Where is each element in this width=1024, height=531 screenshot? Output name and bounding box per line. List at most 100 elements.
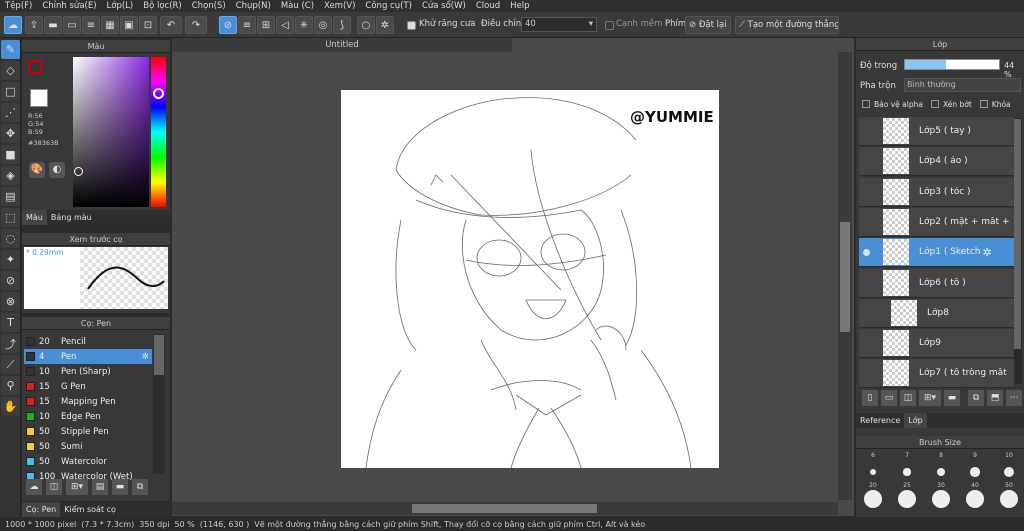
hand-tool-icon[interactable]: ✋ — [1, 397, 20, 416]
add-layer-menu-icon[interactable]: ⊞▾ — [919, 390, 941, 406]
window-icon[interactable]: ▣ — [120, 16, 138, 34]
canvas-hscroll[interactable] — [172, 502, 838, 515]
add-brush-icon[interactable]: ⊞▾ — [66, 479, 88, 495]
tab-reference[interactable]: Reference — [856, 413, 904, 428]
brush-item[interactable]: 4 Pen ✲ — [24, 349, 152, 364]
tab-brush-control[interactable]: Kiểm soát cọ — [60, 502, 120, 517]
merge-layer-icon[interactable]: ⬒ — [987, 390, 1003, 406]
tab-palette[interactable]: Bảng màu — [47, 210, 96, 225]
layer-row[interactable]: Lớp5 ( tay ) — [859, 117, 1014, 146]
opacity-slider[interactable] — [904, 59, 1000, 70]
list-icon[interactable]: ≡ — [82, 16, 100, 34]
select-lasso-icon[interactable]: ◌ — [1, 229, 20, 248]
clipping-checkbox[interactable] — [930, 100, 939, 108]
lock-checkbox[interactable] — [979, 100, 988, 108]
brush-item[interactable]: 15 G Pen — [24, 379, 172, 394]
layout-icon[interactable]: ▭ — [63, 16, 81, 34]
grid-icon[interactable]: ▦ — [101, 16, 119, 34]
antialias-checkbox[interactable] — [407, 21, 416, 30]
crop-icon[interactable]: ⊡ — [139, 16, 157, 34]
layer-row[interactable]: Lớp1 ( Sketch ✲ — [859, 238, 1014, 268]
brush-size-dot[interactable] — [898, 490, 916, 508]
rect-tool-icon[interactable]: ■ — [1, 145, 20, 164]
new-brush-icon[interactable]: ◫ — [46, 479, 62, 495]
gear-icon[interactable]: ✲ — [983, 246, 992, 259]
brush-tool-icon[interactable]: ✎ — [1, 40, 20, 59]
divide-tool-icon[interactable]: ⟋ — [1, 355, 20, 374]
folder-icon[interactable]: ▬ — [112, 479, 128, 495]
visibility-icon[interactable] — [863, 248, 870, 256]
select-pen-icon[interactable]: ⊘ — [1, 271, 20, 290]
text-tool-icon[interactable]: T — [1, 313, 20, 332]
shape-tool-icon[interactable]: □ — [1, 82, 20, 101]
sv-cursor[interactable] — [74, 167, 83, 176]
menu-item[interactable]: Xem(V) — [319, 1, 360, 11]
brush-item[interactable]: 15 Mapping Pen — [24, 394, 172, 409]
upload-icon[interactable]: ☁ — [26, 479, 42, 495]
gradient-tool-icon[interactable]: ▤ — [1, 187, 20, 206]
move-tool-icon[interactable]: ✥ — [1, 124, 20, 143]
drawing-paper[interactable]: @YUMMIE — [341, 90, 719, 468]
brush-size-dot[interactable] — [936, 467, 946, 477]
brush-item[interactable]: 10 Pen (Sharp) — [24, 364, 172, 379]
layer-type-icon[interactable]: ◫ — [900, 390, 916, 406]
brush-item[interactable]: 50 Watercolor — [24, 454, 172, 469]
hue-slider[interactable] — [151, 57, 166, 207]
layer-scroll-thumb[interactable] — [1014, 119, 1021, 349]
operation-tool-icon[interactable]: ⤴ — [1, 334, 20, 353]
reset-button[interactable]: ⊘ Đặt lại — [685, 16, 731, 34]
new-layer-icon[interactable]: ▯ — [862, 390, 878, 406]
layer-scrollbar[interactable] — [1013, 118, 1022, 384]
menu-item[interactable]: Cửa sổ(W) — [417, 1, 471, 11]
canvas-vscroll[interactable] — [838, 52, 852, 500]
brush-size-dot[interactable] — [970, 467, 980, 477]
brush-list-scroll-thumb[interactable] — [154, 335, 164, 375]
gear-icon[interactable]: ✲ — [142, 352, 149, 362]
layer-row[interactable]: Lớp8 — [859, 298, 1014, 328]
brush-size-dot[interactable] — [932, 490, 950, 508]
protect-alpha-checkbox[interactable] — [862, 100, 870, 108]
brush-item[interactable]: 20 Pencil — [24, 334, 172, 349]
brush-list-scrollbar[interactable] — [153, 334, 165, 474]
curve-snap-icon[interactable]: ⟆ — [333, 16, 351, 34]
brush-size-dot[interactable] — [870, 469, 876, 475]
select-rect-icon[interactable]: ⬚ — [1, 208, 20, 227]
eyedropper-icon[interactable]: ⚲ — [1, 376, 20, 395]
new-layer-alt-icon[interactable]: ▭ — [881, 390, 897, 406]
palette-icon[interactable]: 🎨 — [29, 162, 45, 178]
layer-row[interactable]: Lớp3 ( tóc ) — [859, 177, 1014, 207]
select-eraser-icon[interactable]: ⊗ — [1, 292, 20, 311]
menu-item[interactable]: Lớp(L) — [102, 1, 139, 11]
canvas-tab[interactable]: Untitled — [172, 38, 512, 52]
brush-item[interactable]: 50 Stipple Pen — [24, 424, 172, 439]
pick-screen-icon[interactable]: ◐ — [49, 162, 65, 178]
parallel-snap-icon[interactable]: ≡ — [238, 16, 256, 34]
export-icon[interactable]: ⇪ — [25, 16, 43, 34]
tab-layer[interactable]: Lớp — [904, 413, 927, 428]
circle-snap-icon[interactable]: ◎ — [314, 16, 332, 34]
app-icon[interactable]: ☁ — [4, 16, 22, 34]
edge-checkbox[interactable] — [605, 21, 614, 30]
brush-size-dot[interactable] — [966, 490, 984, 508]
dot-tool-icon[interactable]: ⋰ — [1, 103, 20, 122]
hue-cursor[interactable] — [153, 88, 164, 99]
brush-item[interactable]: 10 Edge Pen — [24, 409, 172, 424]
transparent-swatch[interactable] — [30, 89, 48, 107]
brush-size-dot[interactable] — [864, 490, 882, 508]
redo-button[interactable]: ↷ — [185, 16, 207, 34]
document-icon[interactable]: ▤ — [92, 479, 108, 495]
layer-folder-icon[interactable]: ▬ — [944, 390, 960, 406]
menu-item[interactable]: Chỉnh sửa(E) — [37, 1, 101, 11]
snap-off-icon[interactable]: ⊘ — [219, 16, 237, 34]
menu-item[interactable]: Công cụ(T) — [360, 1, 417, 11]
brush-size-dot[interactable] — [903, 468, 911, 476]
layer-row[interactable]: Lớp6 ( tô ) — [859, 268, 1014, 298]
menu-item[interactable]: Help — [505, 1, 534, 11]
straight-line-button[interactable]: ⟋ Tạo một đường thẳng — [735, 16, 839, 34]
brush-size-dot[interactable] — [1003, 466, 1015, 478]
menu-item[interactable]: Cloud — [471, 1, 505, 11]
menu-item[interactable]: Màu (C) — [276, 1, 319, 11]
saturation-value-field[interactable] — [73, 57, 149, 207]
blend-select[interactable]: Bình thường — [904, 78, 1021, 92]
ellipse-snap-icon[interactable]: ○ — [357, 16, 375, 34]
